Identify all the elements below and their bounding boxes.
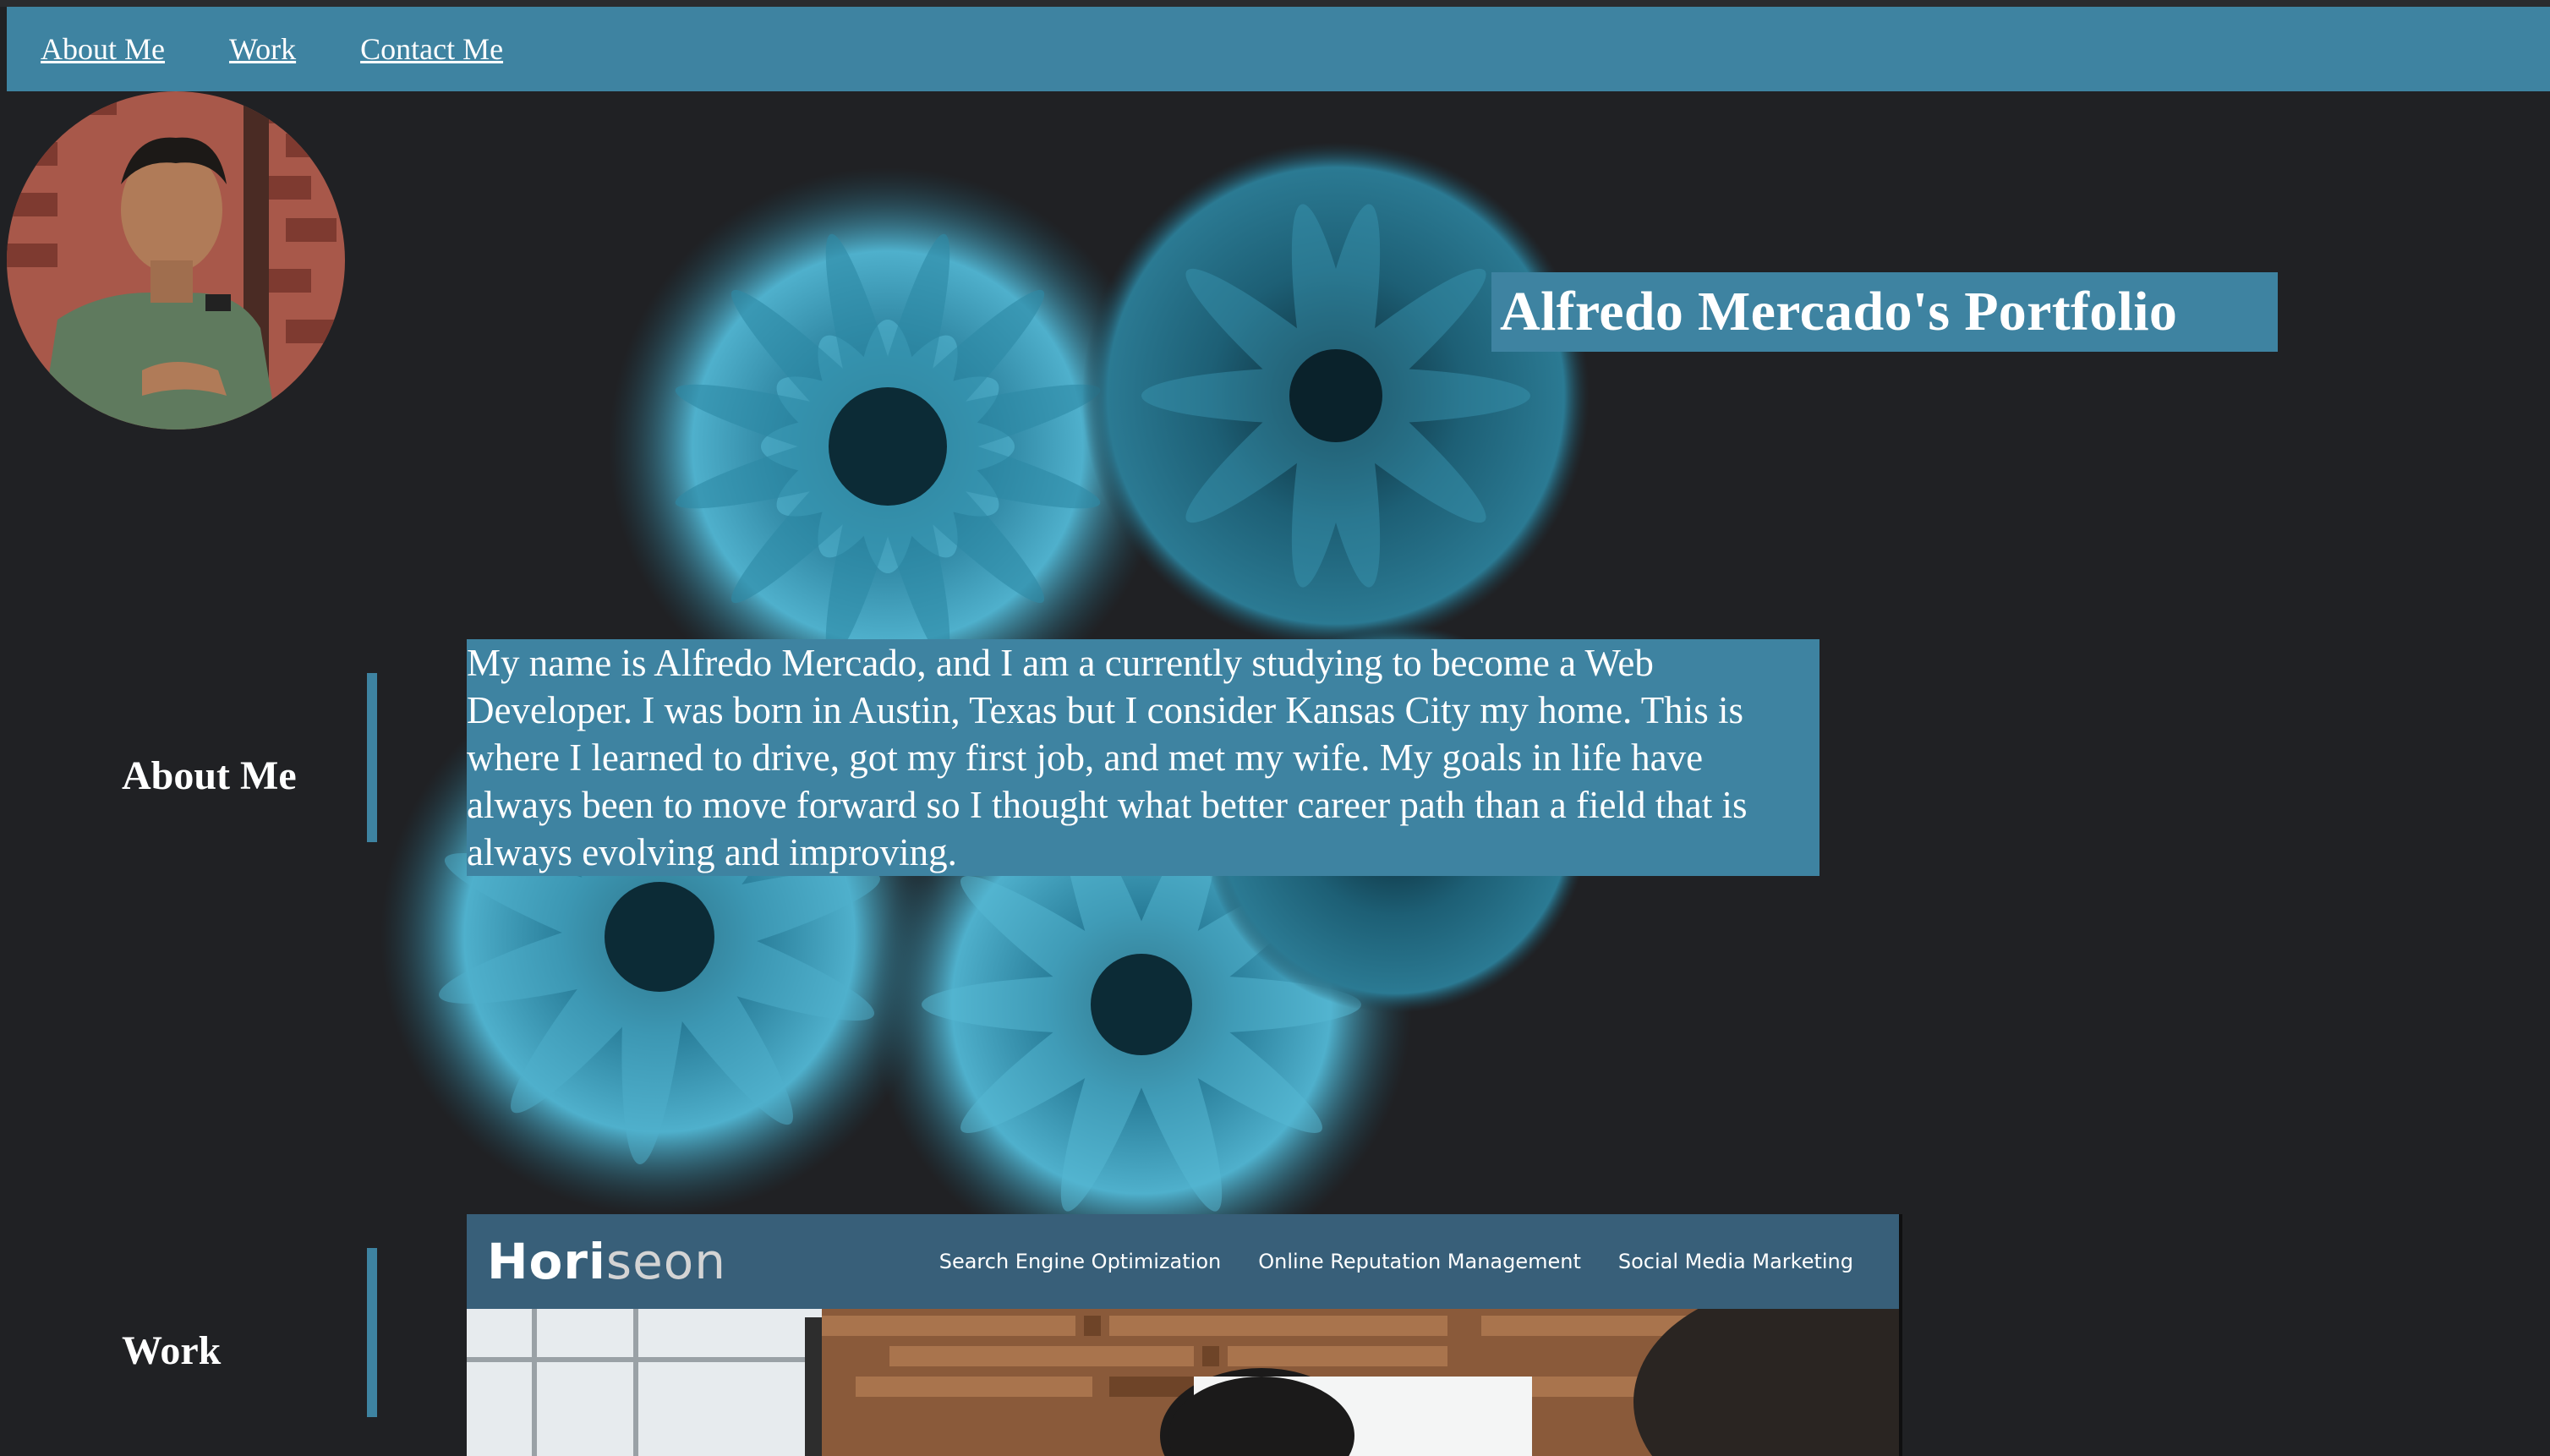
horiseon-nav: Search Engine Optimization Online Reputa… [939,1214,1853,1309]
horiseon-nav-smm: Social Media Marketing [1617,1250,1853,1273]
nav-link-about-me[interactable]: About Me [41,31,165,67]
project-screenshot-horiseon[interactable]: Horiseon Search Engine Optimization Onli… [467,1214,1902,1456]
page-title-banner: Alfredo Mercado's Portfolio [1491,272,2278,352]
work-divider [367,1248,377,1417]
top-strip [0,0,2550,7]
nav-link-contact-me[interactable]: Contact Me [360,31,503,67]
horiseon-hero-image [467,1309,1899,1456]
page-title: Alfredo Mercado's Portfolio [1500,281,2178,342]
nav-link-work[interactable]: Work [229,31,296,67]
horiseon-nav-seo: Search Engine Optimization [938,1250,1222,1273]
work-heading: Work [122,1328,222,1373]
top-nav: About Me Work Contact Me [7,7,2550,91]
about-me-text: My name is Alfredo Mercado, and I am a c… [467,639,1819,876]
horiseon-header: Horiseon Search Engine Optimization Onli… [467,1214,1899,1309]
horiseon-nav-orm: Online Reputation Management [1258,1250,1581,1273]
profile-photo-icon [7,91,345,430]
screenshot-edge [1899,1214,1902,1456]
horiseon-logo: Horiseon [487,1233,727,1290]
about-me-divider [367,673,377,842]
about-me-heading: About Me [122,753,297,798]
portfolio-page: About Me Work Contact Me Alfredo Mercado… [0,0,2550,1456]
avatar [7,91,345,430]
